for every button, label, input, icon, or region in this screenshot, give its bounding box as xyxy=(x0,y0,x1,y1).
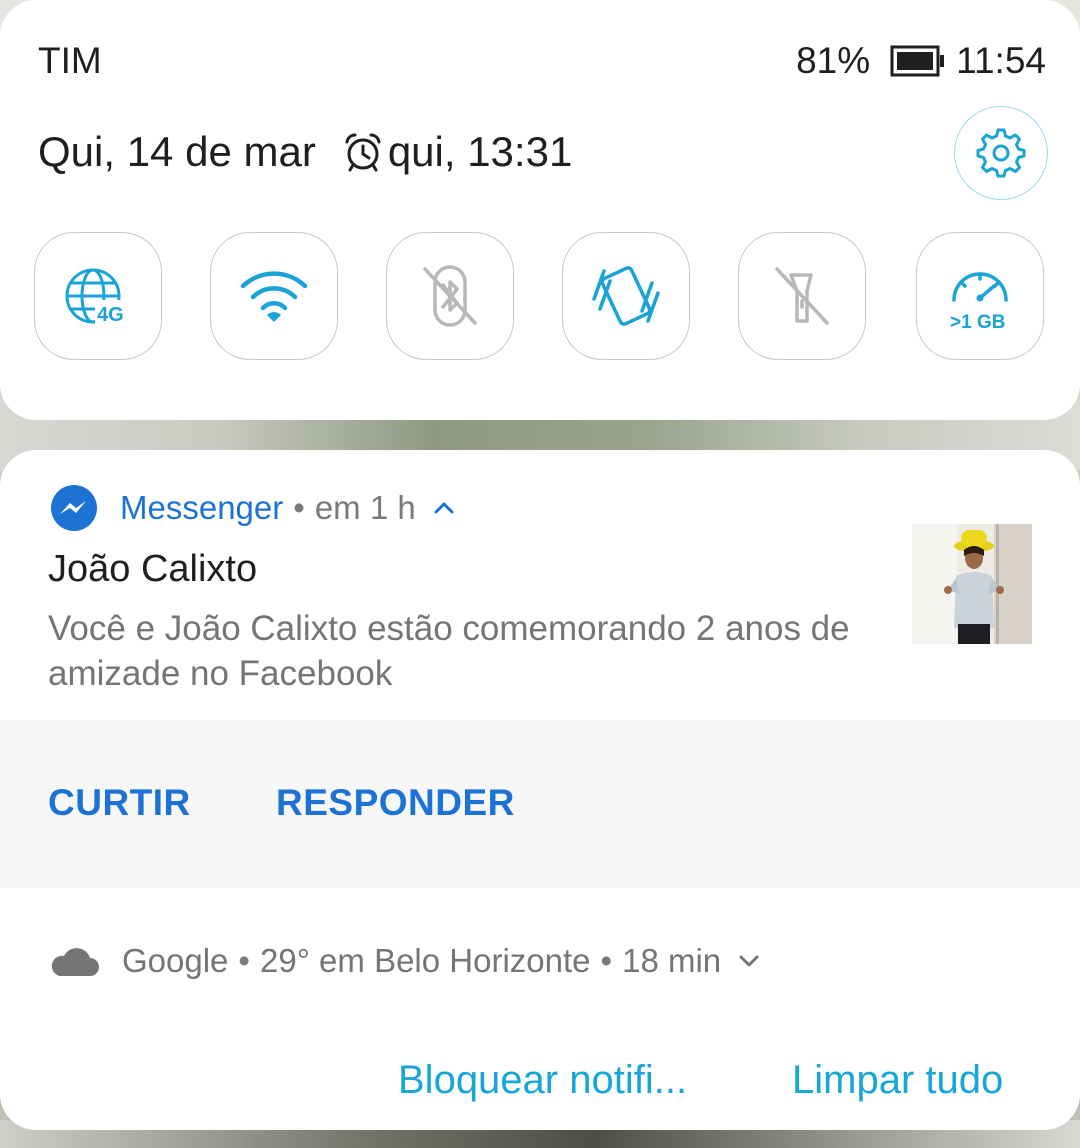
chevron-up-icon[interactable] xyxy=(430,494,458,522)
like-button[interactable]: CURTIR xyxy=(48,782,191,824)
tile-mobile-data[interactable]: 4G xyxy=(34,232,162,360)
weather-text: 29° em Belo Horizonte xyxy=(259,942,591,979)
separator-dot: • xyxy=(600,942,613,979)
notification-card[interactable]: Messenger • em 1 h João Calixto Você e J… xyxy=(0,450,1080,1130)
gear-icon xyxy=(976,128,1026,178)
date-row[interactable]: Qui, 14 de mar qui, 13:31 xyxy=(38,128,572,176)
status-right: 81% 11:54 xyxy=(796,40,1046,82)
tile-bluetooth[interactable] xyxy=(386,232,514,360)
messenger-header[interactable]: Messenger • em 1 h xyxy=(50,484,458,532)
clock-time: 11:54 xyxy=(956,40,1046,81)
svg-text:4G: 4G xyxy=(97,304,124,326)
contact-photo xyxy=(912,524,1032,644)
google-time-ago: 18 min xyxy=(622,942,722,979)
alarm-info[interactable]: qui, 13:31 xyxy=(342,128,573,176)
separator-dot: • xyxy=(293,489,305,526)
reply-button[interactable]: RESPONDER xyxy=(276,782,515,824)
cloud-icon xyxy=(51,948,99,976)
notification-body: Você e João Calixto estão comemorando 2 … xyxy=(48,609,850,693)
quick-settings-panel: TIM 81% 11:54 Qui, 14 de mar qui, 13:31 xyxy=(0,0,1080,420)
notification-title: João Calixto xyxy=(48,548,258,590)
tile-wifi[interactable] xyxy=(210,232,338,360)
carrier-name: TIM xyxy=(38,40,102,81)
notification-actions: CURTIR RESPONDER xyxy=(0,720,1080,888)
tile-flashlight[interactable] xyxy=(738,232,866,360)
bluetooth-off-icon xyxy=(423,265,477,327)
messenger-icon xyxy=(51,485,97,531)
quick-tiles: 4G >1 GB xyxy=(34,232,1046,360)
battery-percent: 81% xyxy=(796,40,871,81)
speedometer-icon: >1 GB xyxy=(950,272,1008,333)
tile-data-usage[interactable]: >1 GB xyxy=(916,232,1044,360)
svg-text:>1 GB: >1 GB xyxy=(950,312,1005,333)
date-text: Qui, 14 de mar xyxy=(38,128,316,175)
globe-4g-icon: 4G xyxy=(65,268,131,326)
wifi-icon xyxy=(240,271,308,322)
app-name: Messenger xyxy=(120,489,284,526)
block-notifications-button[interactable]: Bloquear notifi... xyxy=(398,1058,687,1103)
clear-all-button[interactable]: Limpar tudo xyxy=(792,1058,1003,1103)
flashlight-off-icon xyxy=(775,267,829,325)
alarm-clock-icon xyxy=(345,133,381,172)
tile-vibrate[interactable] xyxy=(562,232,690,360)
separator-dot: • xyxy=(238,942,250,979)
time-ago: em 1 h xyxy=(314,489,416,526)
chevron-down-icon[interactable] xyxy=(735,947,763,975)
battery-icon xyxy=(890,45,946,77)
google-app-name: Google xyxy=(122,942,229,979)
alarm-text: qui, 13:31 xyxy=(387,128,573,175)
vibrate-icon xyxy=(592,266,660,326)
settings-button[interactable] xyxy=(954,106,1048,200)
google-weather-notification[interactable]: Google • 29° em Belo Horizonte • 18 min xyxy=(48,942,763,980)
